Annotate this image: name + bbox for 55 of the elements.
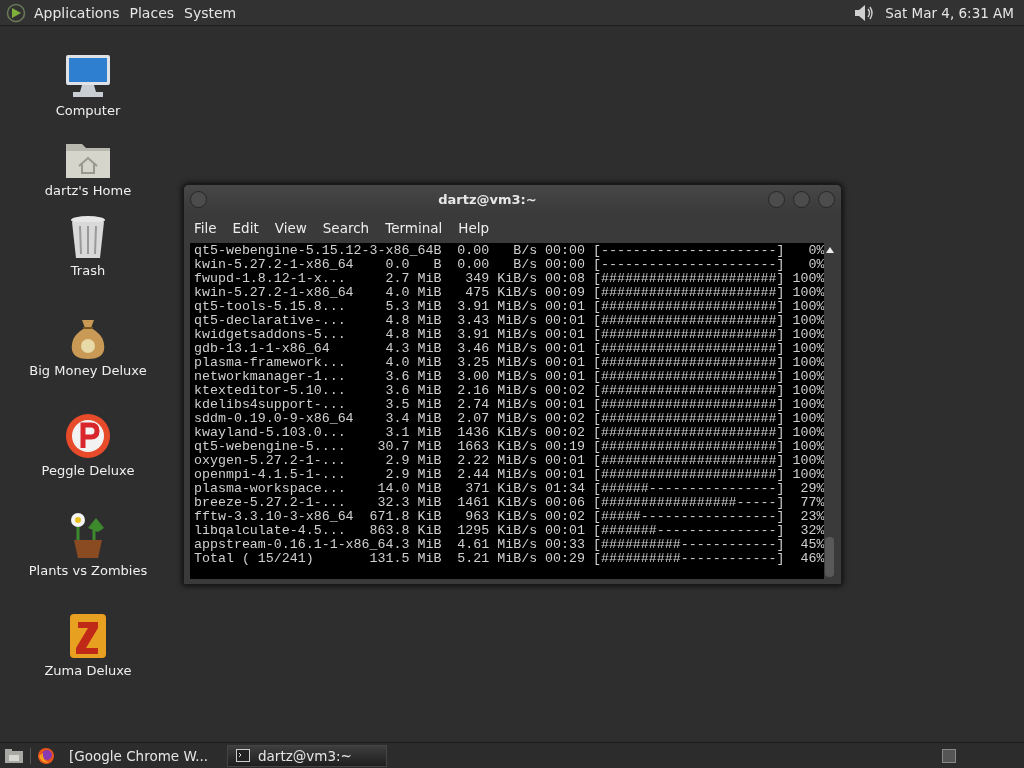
terminal-line: gdb-13.1-1-x86_64 4.3 MiB 3.46 MiB/s 00:01 [######################] 100% [194, 342, 825, 356]
peggle-ball-icon[interactable] [64, 412, 112, 460]
terminal-line: qt5-webengine-5.15.12-3-x86_64B 0.00 B/s 00:00 [----------------------] 0% [194, 244, 825, 258]
terminal-line: fwupd-1.8.12-1-x... 2.7 MiB 349 KiB/s 00:08 [######################] 100% [194, 272, 825, 286]
terminal-line: qt5-webengine-5.... 30.7 MiB 1663 KiB/s 00:19 [######################] 100% [194, 440, 825, 454]
computer-icon[interactable] [63, 52, 113, 100]
terminal-line: qt5-declarative-... 4.8 MiB 3.43 MiB/s 00:01 [######################] 100% [194, 314, 825, 328]
terminal-line: plasma-framework... 4.0 MiB 3.25 MiB/s 00:01 [######################] 100% [194, 356, 825, 370]
show-desktop-icon[interactable] [4, 747, 24, 764]
speaker-icon[interactable] [853, 2, 876, 23]
menu-item[interactable]: File [188, 220, 227, 236]
panel-menu[interactable]: System [184, 4, 237, 21]
taskbar-window-button[interactable]: [Google Chrome W... [61, 744, 221, 767]
menu-item[interactable]: Help [452, 220, 500, 236]
terminal-line: kwin-5.27.2-1-x86_64 4.0 MiB 475 KiB/s 00:09 [######################] 100% [194, 286, 825, 300]
terminal-line: Total ( 15/241) 131.5 MiB 5.21 MiB/s 00:29 [##########------------] 46% [194, 552, 825, 566]
firefox-icon[interactable] [37, 746, 55, 765]
desktop-icon-label[interactable]: Trash [70, 263, 106, 278]
menu-item[interactable]: View [268, 220, 317, 236]
trash-icon[interactable] [68, 214, 108, 260]
taskbar-window-button[interactable]: dartz@vm3:~ [227, 744, 387, 767]
desktop-icon-label[interactable]: Zuma Deluxe [44, 663, 132, 678]
terminal-icon [236, 749, 250, 762]
panel-menu[interactable]: Places [129, 4, 175, 21]
terminal-line: libqalculate-4.5... 863.8 KiB 1295 KiB/s 00:01 [#######---------------] 32% [194, 524, 825, 538]
terminal-line: kdelibs4support-... 3.5 MiB 2.74 MiB/s 00:01 [######################] 100% [194, 398, 825, 412]
scrollbar-thumb[interactable] [825, 537, 835, 577]
desktop-icon-label[interactable]: Big Money Deluxe [29, 363, 147, 378]
desktop-icon-label[interactable]: Peggle Deluxe [41, 463, 135, 478]
terminal-line: networkmanager-1... 3.6 MiB 3.00 MiB/s 00:01 [######################] 100% [194, 370, 825, 384]
menu-item[interactable]: Edit [226, 220, 269, 236]
desktop-icon-label[interactable]: Computer [55, 103, 121, 118]
terminal-line: ktexteditor-5.10... 3.6 MiB 2.16 MiB/s 00:02 [######################] 100% [194, 384, 825, 398]
letter-z-tile-icon[interactable] [68, 612, 108, 660]
terminal-line: kwayland-5.103.0... 3.1 MiB 1436 KiB/s 00:02 [######################] 100% [194, 426, 825, 440]
workspace-switcher[interactable] [942, 748, 956, 763]
scroll-up-arrow-icon[interactable] [825, 247, 834, 253]
terminal-line: openmpi-4.1.5-1-... 2.9 MiB 2.44 MiB/s 00:01 [######################] 100% [194, 468, 825, 482]
terminal-line: fftw-3.3.10-3-x86_64 671.8 KiB 963 KiB/s 00:02 [#####-----------------] 23% [194, 510, 825, 524]
terminal-line: sddm-0.19.0-9-x86_64 3.4 MiB 2.07 MiB/s 00:02 [######################] 100% [194, 412, 825, 426]
terminal-line: breeze-5.27.2-1-... 32.3 MiB 1461 KiB/s 00:06 [#################-----] 77% [194, 496, 825, 510]
window-title: dartz@vm3:~ [437, 191, 538, 207]
panel-menu[interactable]: Applications [34, 4, 120, 21]
desktop-icon-label[interactable]: Plants vs Zombies [28, 563, 148, 578]
desktop-icon-label[interactable]: dartz's Home [44, 183, 132, 198]
terminal-line: qt5-tools-5.15.8... 5.3 MiB 3.91 MiB/s 00:01 [######################] 100% [194, 300, 825, 314]
terminal-line: oxygen-5.27.2-1-... 2.9 MiB 2.22 MiB/s 00:01 [######################] 100% [194, 454, 825, 468]
menu-item[interactable]: Terminal [379, 220, 453, 236]
menu-item[interactable]: Search [316, 220, 380, 236]
menu-logo-icon[interactable] [6, 2, 26, 23]
clock[interactable]: Sat Mar 4, 6:31 AM [885, 4, 1014, 21]
terminal-line: plasma-workspace... 14.0 MiB 371 KiB/s 01:34 [######----------------] 29% [194, 482, 825, 496]
terminal-line: kwidgetsaddons-5... 4.8 MiB 3.91 MiB/s 00:01 [######################] 100% [194, 328, 825, 342]
terminal-line: appstream-0.16.1-1-x86_64.3 MiB 4.61 MiB/s 00:33 [##########------------] 45% [194, 538, 825, 552]
terminal-line: kwin-5.27.2-1-x86_64 0.0 B 0.00 B/s 00:00 [----------------------] 0% [194, 258, 825, 272]
